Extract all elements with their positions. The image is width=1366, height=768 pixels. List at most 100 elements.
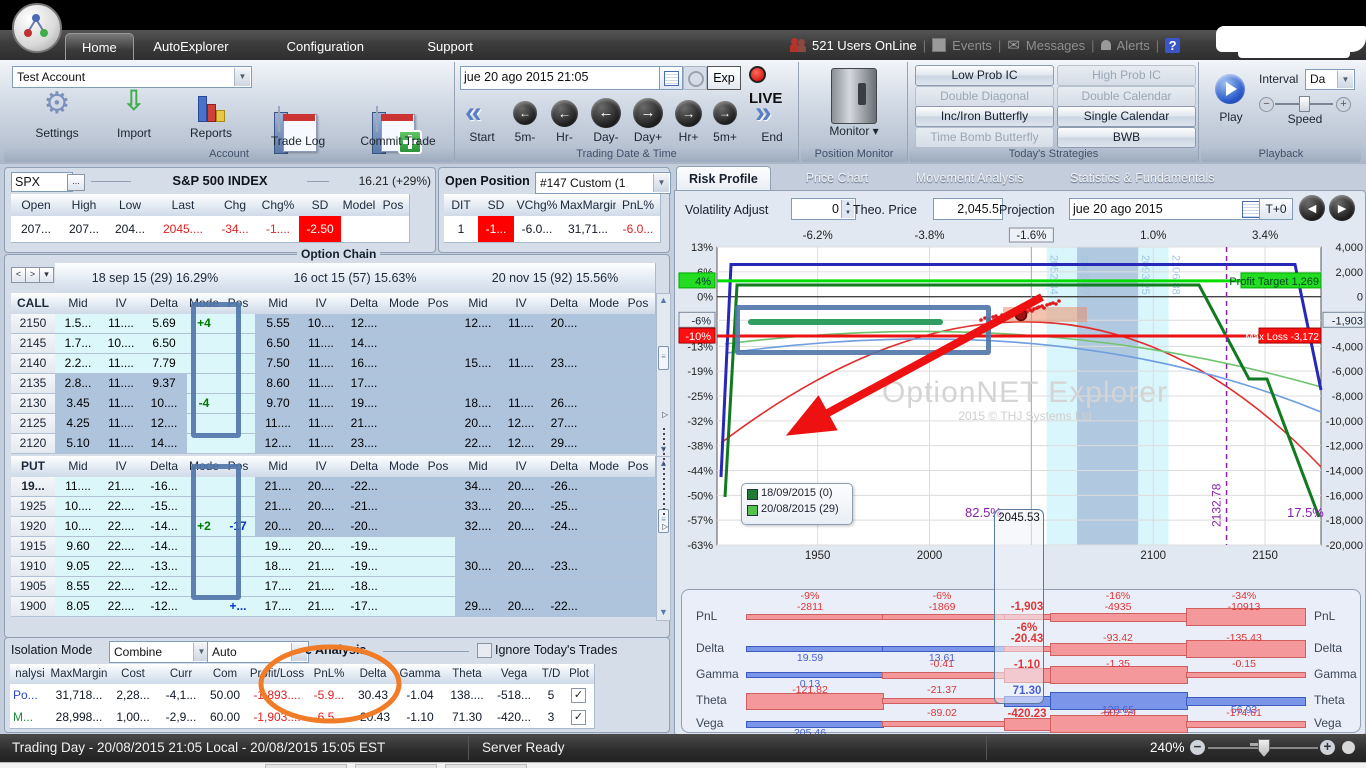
call-row-cell[interactable]: 7.50 [255,354,302,374]
put-row-cell[interactable]: -25... [541,497,588,517]
exp-button[interactable]: Exp [707,66,741,90]
put-row-cell[interactable] [221,497,256,517]
call-row-strike[interactable]: 2135 [11,374,56,394]
call-row-cell[interactable] [587,354,622,374]
call-row-cell[interactable]: -4 [187,394,222,414]
call-row-cell[interactable]: 19.... [341,394,388,414]
call-row-cell[interactable]: 16.... [341,354,388,374]
put-row-cell[interactable]: -17... [341,597,388,617]
nav-dayminus-button[interactable]: ← [591,98,621,128]
call-row-cell[interactable]: 12.... [501,414,542,434]
expiry-header-2[interactable]: 20 nov 15 (92) 15.56% [455,263,656,294]
put-row-cell[interactable]: 33.... [455,497,502,517]
nav-5mplus-button[interactable]: → [713,101,737,125]
tab-statistics-fundamentals[interactable]: Statistics & Fundamentals [1058,166,1227,190]
interval-select-arrow[interactable]: ▼ [1337,71,1353,88]
put-row-cell[interactable]: +... [221,597,256,617]
tab-movement-analysis[interactable]: Movement Analysis [904,166,1036,190]
put-row-cell[interactable]: 21.... [255,497,302,517]
strategy-single-calendar-button[interactable]: Single Calendar [1057,106,1196,127]
put-row-cell[interactable] [387,517,422,537]
put-row-cell[interactable]: 20.... [301,517,342,537]
put-row-cell[interactable]: -19... [341,537,388,557]
put-row-cell[interactable]: 22.... [101,497,142,517]
call-row-cell[interactable]: 11.... [101,354,142,374]
call-row-cell[interactable] [421,354,456,374]
put-row-cell[interactable] [221,577,256,597]
analysis-cell[interactable]: -1,903.... [246,706,309,729]
call-row-cell[interactable] [387,374,422,394]
put-row-cell[interactable]: 20.... [255,517,302,537]
put-row-cell[interactable]: -12... [141,577,188,597]
put-row-strike[interactable]: 1925 [11,497,56,517]
call-row-cell[interactable] [541,334,588,354]
put-row-cell[interactable] [621,517,656,537]
put-row-cell[interactable]: 22.... [101,537,142,557]
chain-prev-button[interactable]: < [11,267,26,283]
call-row-cell[interactable]: 11.... [301,354,342,374]
put-row-cell[interactable] [387,557,422,577]
put-row-cell[interactable] [501,537,542,557]
analysis-cell[interactable]: 138.... [444,684,491,707]
call-row-cell[interactable] [387,394,422,414]
analysis-cell[interactable]: 31,718... [50,684,109,707]
put-row-cell[interactable]: -26... [541,477,588,497]
call-row-cell[interactable]: 11.... [301,434,342,454]
call-row-cell[interactable]: 27.... [541,414,588,434]
call-row-cell[interactable] [621,414,656,434]
call-row-cell[interactable] [501,374,542,394]
call-row-cell[interactable] [187,374,222,394]
position-select-arrow[interactable]: ▼ [653,174,669,192]
put-row-cell[interactable]: -20... [341,517,388,537]
call-row-cell[interactable] [221,414,256,434]
put-row-cell[interactable] [587,537,622,557]
put-row-cell[interactable] [187,477,222,497]
put-row-cell[interactable]: 9.60 [55,537,102,557]
projection-calendar-icon[interactable] [1242,201,1260,218]
events-label[interactable]: Events [952,38,992,53]
strategy-low-prob-ic-button[interactable]: Low Prob IC [915,65,1054,86]
put-row-cell[interactable] [587,597,622,617]
put-row-cell[interactable] [421,497,456,517]
put-row-cell[interactable] [587,557,622,577]
analysis-cell[interactable]: -420... [490,706,539,729]
speed-slider[interactable]: − + [1259,96,1351,112]
put-row-cell[interactable] [501,577,542,597]
analysis-cell[interactable]: -20.43 [350,706,397,729]
put-row-cell[interactable] [387,477,422,497]
call-row-cell[interactable]: 11.... [501,314,542,334]
put-row-cell[interactable]: 17.... [255,577,302,597]
call-row-cell[interactable]: 5.69 [141,314,188,334]
put-row-cell[interactable] [587,577,622,597]
alerts-label[interactable]: Alerts [1117,38,1150,53]
put-row-cell[interactable] [221,557,256,577]
put-row-cell[interactable] [587,477,622,497]
put-row-cell[interactable]: 20.... [501,597,542,617]
analysis-cell[interactable]: -1.10 [396,706,445,729]
call-row-cell[interactable] [221,434,256,454]
put-row-cell[interactable]: -18... [341,577,388,597]
analysis-cell[interactable]: -518... [490,684,539,707]
put-row-cell[interactable]: 21.... [301,577,342,597]
strategy-bwb-button[interactable]: BWB [1057,127,1196,148]
call-row-cell[interactable] [455,374,502,394]
put-row-cell[interactable]: -22... [341,477,388,497]
volatility-adjust-spinner[interactable]: 0▲▼ [791,198,856,220]
plot-checkbox[interactable]: ✓ [571,688,586,703]
panel-splitter[interactable]: ▷ ▷ [660,260,671,640]
call-row-cell[interactable]: 11.... [255,414,302,434]
analysis-cell[interactable]: 5 [538,684,565,707]
speed-slider-thumb[interactable] [1299,96,1310,112]
call-row-cell[interactable] [421,374,456,394]
call-row-cell[interactable] [587,414,622,434]
nav-dayplus-button[interactable]: → [633,98,663,128]
live-button[interactable]: LIVE [749,66,797,88]
analysis-cell[interactable]: 50.00 [204,684,247,707]
put-row-cell[interactable]: 29.... [455,597,502,617]
nav-start-button[interactable]: « [465,98,482,128]
analysis-cell[interactable]: 30.43 [350,684,397,707]
ignore-trades-checkbox[interactable] [477,643,492,658]
put-row-cell[interactable]: 22.... [101,517,142,537]
nav-hrplus-button[interactable]: → [675,100,702,127]
put-row-cell[interactable]: 9.05 [55,557,102,577]
